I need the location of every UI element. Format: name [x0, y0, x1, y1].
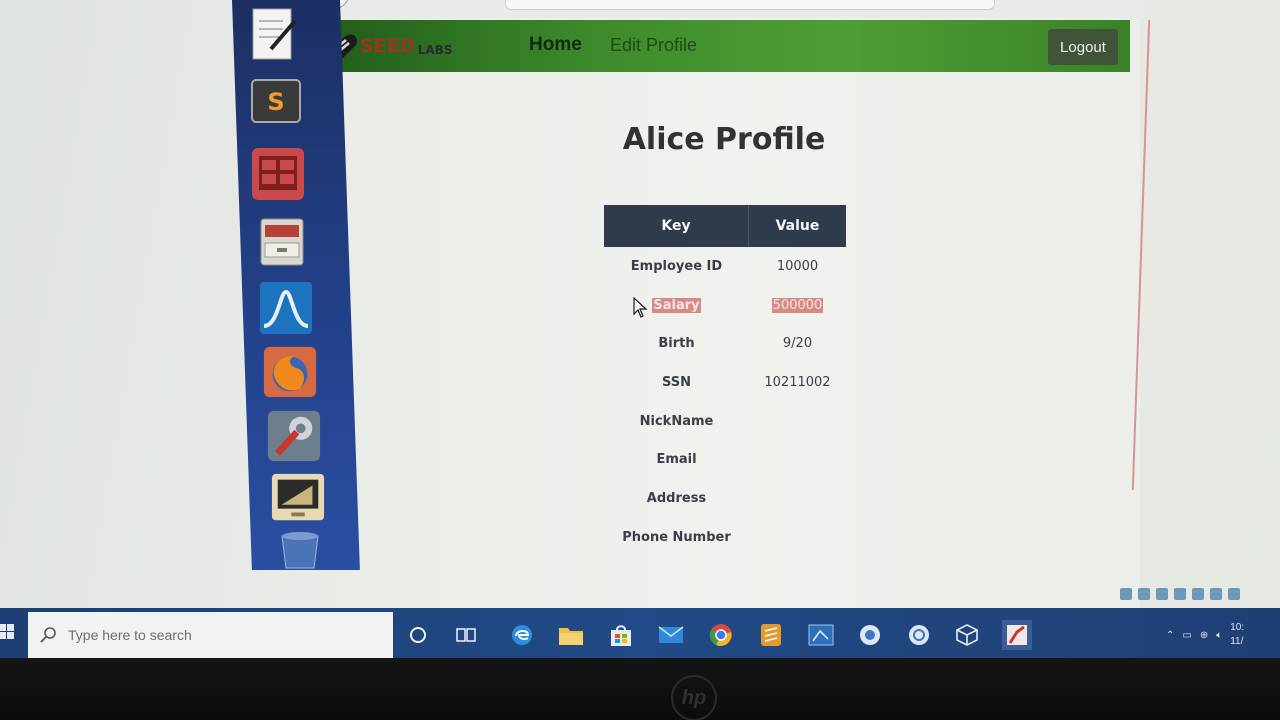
clock[interactable]: 10: 11/ — [1230, 621, 1244, 649]
selected-text[interactable]: Salary — [652, 297, 701, 313]
row-value: 10000 — [776, 258, 819, 274]
row-value: 500000 — [749, 297, 846, 313]
profile-table: Key Value Employee ID 10000 Salary 50000… — [604, 205, 846, 557]
wireshark-icon[interactable] — [258, 280, 314, 336]
vm-shared-icon — [1210, 588, 1222, 600]
table-row: Phone Number — [604, 518, 846, 557]
row-key: Email — [656, 452, 697, 468]
address-bar[interactable] — [505, 0, 995, 10]
vm-usb-icon — [1192, 588, 1204, 600]
file-manager-icon[interactable] — [254, 214, 310, 270]
seedlabs-logo[interactable]: SEED LABS — [324, 31, 479, 63]
table-row: Birth 9/20 — [604, 324, 846, 363]
vm-audio-icon — [1156, 588, 1168, 600]
clock-date: 11/ — [1230, 636, 1244, 647]
row-key: Salary — [604, 297, 749, 313]
task-view-icon[interactable] — [452, 620, 482, 650]
file-explorer-icon[interactable] — [556, 620, 586, 650]
web-page: SEED LABS Home Edit Profile Logout Alice… — [308, 18, 1140, 608]
vm-display-icon — [1228, 588, 1240, 600]
terminal-icon[interactable] — [250, 146, 306, 202]
presentation-icon[interactable] — [270, 470, 326, 526]
row-value: 9/20 — [782, 336, 813, 352]
mouse-cursor-icon — [633, 297, 648, 318]
table-row: SSN 10211002 — [604, 363, 846, 402]
mail-icon[interactable] — [656, 620, 686, 650]
search-icon — [40, 627, 56, 643]
cortana-icon[interactable] — [403, 620, 433, 650]
sublime-text-icon[interactable]: S — [248, 74, 304, 130]
virtualbox-icon[interactable] — [952, 620, 982, 650]
hp-logo: hp — [671, 675, 717, 720]
table-row: Address — [604, 479, 846, 518]
sync-icon[interactable] — [904, 620, 934, 650]
vm-optical-icon — [1138, 588, 1150, 600]
row-key: NickName — [639, 413, 714, 429]
text-editor-icon[interactable] — [246, 6, 302, 62]
selected-text[interactable]: 500000 — [771, 297, 824, 313]
sublime-icon[interactable] — [756, 620, 786, 650]
app-icon[interactable] — [855, 620, 885, 650]
row-key: Address — [646, 490, 707, 506]
network-icon[interactable] — [806, 620, 836, 650]
vm-app-icon[interactable] — [1002, 620, 1032, 650]
edge-icon[interactable] — [507, 620, 537, 650]
row-key: Phone Number — [622, 529, 731, 545]
taskbar-search[interactable]: Type here to search — [28, 612, 393, 658]
row-key: Employee ID — [630, 258, 723, 274]
firefox-icon[interactable] — [262, 344, 318, 400]
chrome-icon[interactable] — [706, 620, 736, 650]
laptop-bezel — [0, 658, 1280, 720]
volume-icon[interactable]: 🔈︎ — [1216, 630, 1222, 641]
nav-home-link[interactable]: Home — [529, 34, 582, 56]
store-icon[interactable] — [606, 620, 636, 650]
system-tray: ⌃ ▭ ⊕ 🔈︎ 10: 11/ — [1160, 612, 1280, 658]
clock-time: 10: — [1230, 622, 1245, 633]
network-tray-icon[interactable]: ⊕ — [1200, 630, 1208, 641]
nav-edit-profile-link[interactable]: Edit Profile — [610, 35, 697, 56]
table-row: NickName — [604, 402, 846, 441]
row-key: Birth — [658, 336, 695, 352]
battery-icon[interactable]: ▭ — [1182, 630, 1191, 641]
logout-button[interactable]: Logout — [1048, 29, 1118, 65]
trash-icon[interactable] — [272, 520, 328, 576]
row-key: SSN — [661, 374, 692, 390]
row-value: 10211002 — [764, 374, 831, 390]
table-header: Key Value — [604, 205, 846, 247]
table-row: Email — [604, 440, 846, 479]
svg-text:S: S — [267, 88, 284, 116]
header-key: Key — [604, 205, 749, 247]
search-placeholder: Type here to search — [68, 627, 192, 643]
vm-network-icon — [1174, 588, 1186, 600]
logo-text: SEED — [360, 36, 416, 57]
show-hidden-icons-icon[interactable]: ⌃ — [1166, 630, 1174, 641]
logo-subtext: LABS — [417, 43, 453, 57]
windows-start-icon[interactable] — [0, 622, 14, 642]
vm-status-bar — [1120, 584, 1280, 604]
settings-icon[interactable] — [266, 408, 322, 464]
vm-storage-icon — [1120, 588, 1132, 600]
navbar: SEED LABS Home Edit Profile Logout — [308, 20, 1130, 72]
table-row: Employee ID 10000 — [604, 247, 846, 286]
page-title: Alice Profile — [622, 122, 826, 157]
header-value: Value — [775, 218, 820, 234]
